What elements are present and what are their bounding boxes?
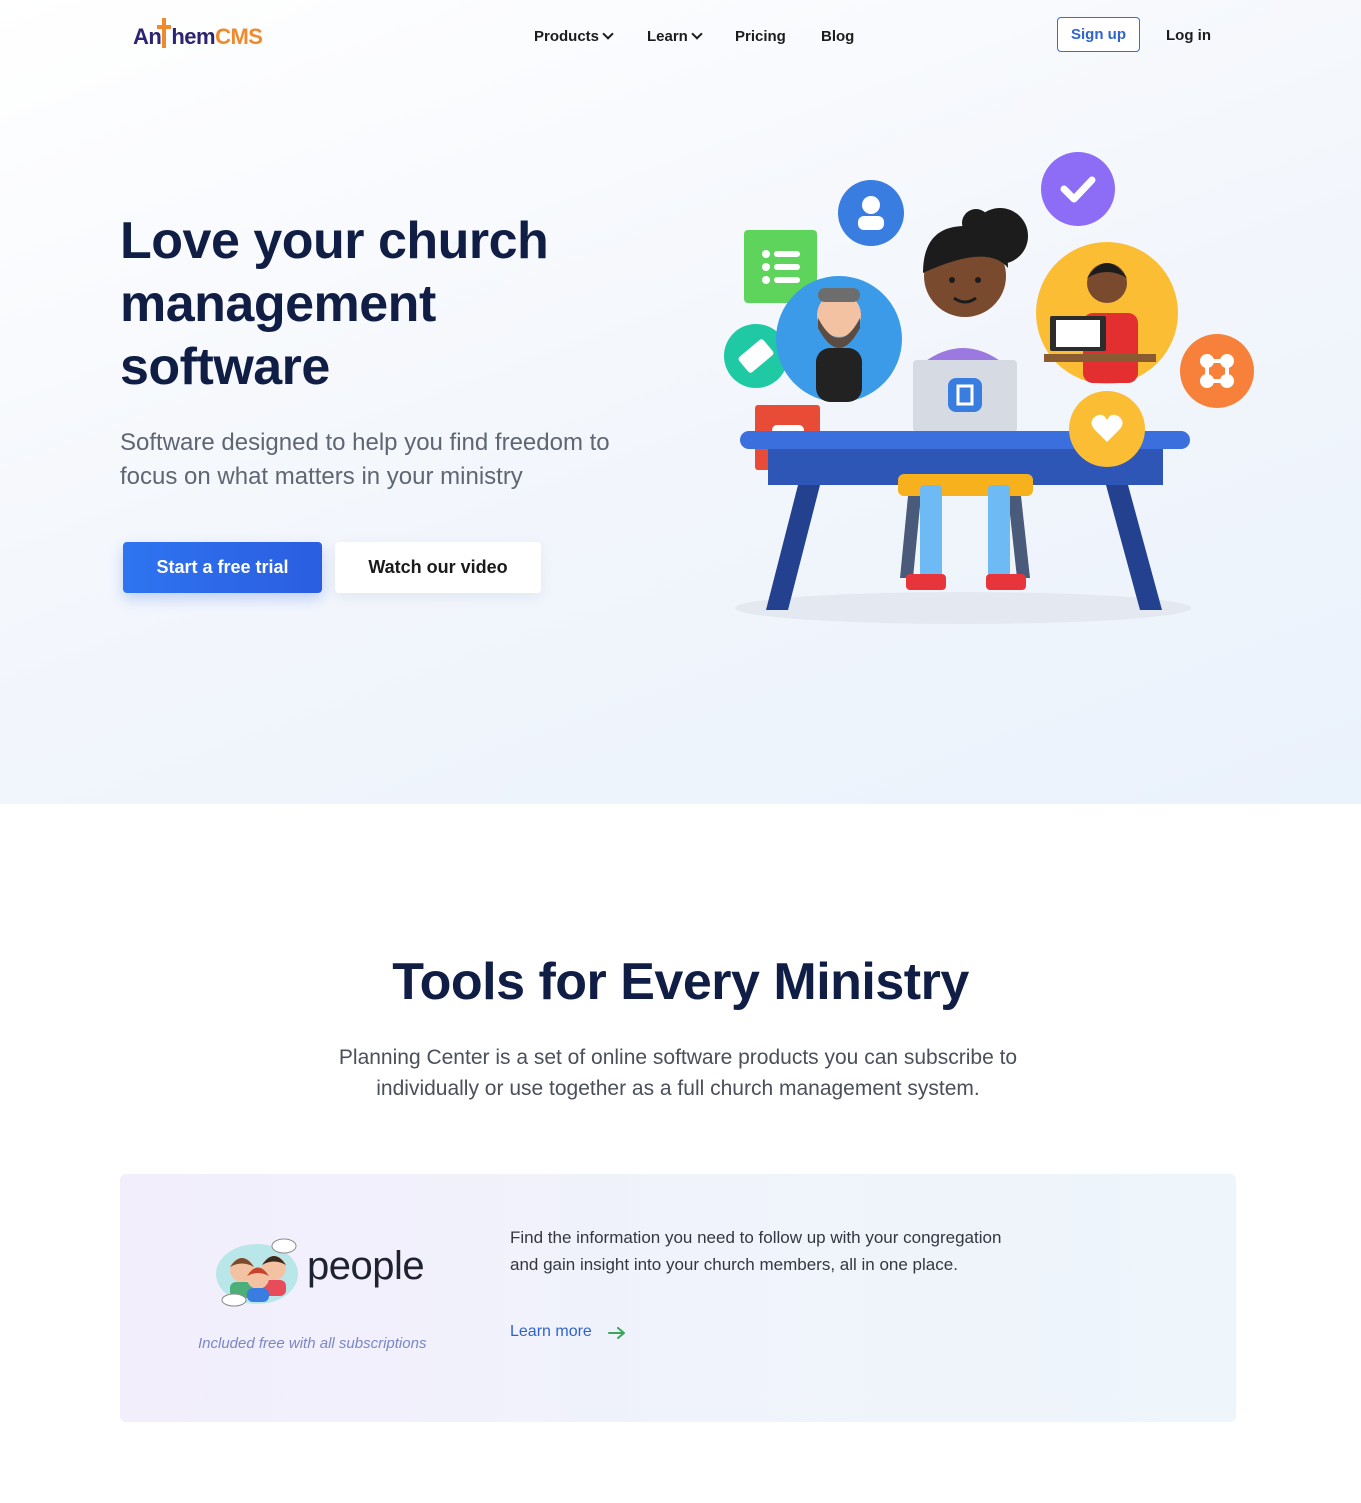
laptop-logo-icon [913, 360, 1017, 432]
log-in-link[interactable]: Log in [1166, 27, 1211, 44]
chevron-down-icon [602, 28, 614, 40]
chevron-down-icon [691, 28, 703, 40]
product-name: people [307, 1244, 425, 1288]
man-avatar [776, 276, 902, 402]
nav-products-label: Products [534, 28, 600, 45]
hero-title-line: management [120, 275, 436, 333]
learn-more-link[interactable]: Learn more [510, 1323, 592, 1341]
people-product-icon [216, 1238, 298, 1307]
hero-subtitle: Software designed to help you find freed… [120, 429, 610, 490]
product-included-note: Included free with all subscriptions [198, 1335, 427, 1352]
tools-section-title: Tools for Every Ministry [392, 953, 969, 1011]
hero-title-line: Love your church [120, 212, 549, 270]
hero-title: Love your church management software [120, 210, 680, 399]
groups-icon [1180, 334, 1254, 408]
start-free-trial-button[interactable]: Start a free trial [123, 542, 322, 593]
nav-pricing[interactable]: Pricing [735, 28, 786, 45]
logo-text-cms: CMS [215, 24, 263, 49]
logo-text-hem: hem [171, 24, 216, 49]
nav-learn[interactable]: Learn [647, 28, 703, 45]
tools-section-subtitle: Planning Center is a set of online softw… [338, 1046, 1018, 1100]
nav-products[interactable]: Products [534, 28, 614, 45]
nav-learn-label: Learn [647, 28, 688, 45]
sign-up-button[interactable]: Sign up [1057, 17, 1140, 52]
product-description: Find the information you need to follow … [510, 1228, 1002, 1274]
cross-icon [157, 18, 171, 48]
hero-illustration [724, 152, 1254, 624]
nav-blog[interactable]: Blog [821, 28, 854, 45]
check-icon [1041, 152, 1115, 226]
anthem-cms-logo[interactable]: An hemCMS [133, 18, 263, 50]
watch-video-button[interactable]: Watch our video [335, 542, 541, 593]
heart-icon [1069, 391, 1145, 467]
user-icon [838, 180, 904, 246]
woman-avatar [1036, 242, 1178, 384]
hero-title-line: software [120, 338, 330, 396]
arrow-right-icon[interactable] [608, 1327, 626, 1339]
